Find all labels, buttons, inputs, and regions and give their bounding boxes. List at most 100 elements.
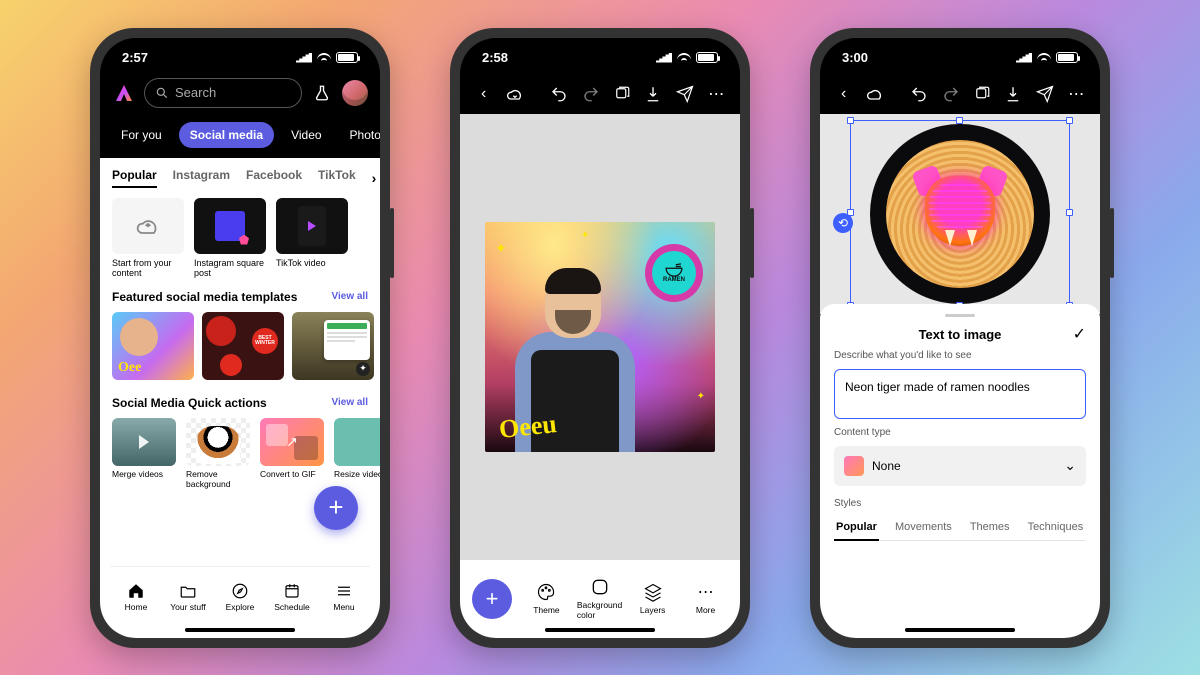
tab-social-media[interactable]: Social media xyxy=(179,122,274,148)
canvas[interactable]: ✦ ✦ ✦ RAMEN Oeeu xyxy=(460,114,740,560)
resize-handle[interactable] xyxy=(1066,117,1073,124)
subtab-popular[interactable]: Popular xyxy=(112,168,157,188)
nav-home[interactable]: Home xyxy=(110,567,162,628)
status-icons xyxy=(656,52,718,63)
undo-icon[interactable] xyxy=(909,84,928,104)
clock: 2:57 xyxy=(122,50,148,65)
tool-more[interactable]: ⋯ More xyxy=(683,582,728,615)
download-icon[interactable] xyxy=(644,84,663,104)
nav-menu[interactable]: Menu xyxy=(318,567,370,628)
layers-icon xyxy=(643,582,663,602)
artwork[interactable]: ✦ ✦ ✦ RAMEN Oeeu xyxy=(485,222,715,452)
view-all-link[interactable]: View all xyxy=(331,397,368,408)
tab-video[interactable]: Video xyxy=(280,122,332,148)
featured-row[interactable]: Oee BESTWINTER ✦ xyxy=(100,304,380,388)
home-indicator[interactable] xyxy=(545,628,655,632)
back-icon[interactable]: ‹ xyxy=(474,84,493,104)
fab-add-button[interactable]: + xyxy=(472,579,512,619)
duplicate-icon[interactable] xyxy=(972,84,991,104)
card-instagram-post[interactable]: Instagram square post xyxy=(194,198,266,278)
ramen-badge[interactable]: RAMEN xyxy=(645,244,703,302)
beaker-icon[interactable] xyxy=(310,81,334,105)
style-tab-popular[interactable]: Popular xyxy=(834,517,879,541)
subtab-facebook[interactable]: Facebook xyxy=(246,168,302,188)
side-button xyxy=(750,208,754,278)
send-icon[interactable] xyxy=(1035,84,1054,104)
tab-for-you[interactable]: For you xyxy=(110,122,173,148)
subtab-instagram[interactable]: Instagram xyxy=(173,168,230,188)
qa-label: Merge videos xyxy=(112,469,176,479)
sheet-title: Text to image xyxy=(919,327,1002,342)
qa-merge-videos[interactable]: Merge videos xyxy=(112,418,176,489)
style-tab-themes[interactable]: Themes xyxy=(968,517,1012,540)
folder-icon xyxy=(179,582,197,600)
nav-schedule[interactable]: Schedule xyxy=(266,567,318,628)
duplicate-icon[interactable] xyxy=(612,84,631,104)
resize-handle[interactable] xyxy=(1066,209,1073,216)
tiger-graphic xyxy=(905,164,1015,264)
style-tab-movements[interactable]: Movements xyxy=(893,517,954,540)
more-icon: ⋯ xyxy=(696,582,716,602)
more-icon[interactable]: ⋯ xyxy=(707,84,726,104)
qa-resize-video[interactable]: Resize video xyxy=(334,418,380,489)
send-icon[interactable] xyxy=(675,84,694,104)
view-all-link[interactable]: View all xyxy=(331,291,368,302)
screen: 3:00 ‹ ⋯ xyxy=(820,38,1100,638)
download-icon[interactable] xyxy=(1004,84,1023,104)
signal-icon xyxy=(1016,53,1032,63)
prompt-text: Neon tiger made of ramen noodles xyxy=(845,380,1030,394)
sheet-header: Text to image ✓ xyxy=(834,327,1086,342)
calendar-icon xyxy=(283,582,301,600)
home-indicator[interactable] xyxy=(905,628,1015,632)
redo-icon[interactable] xyxy=(581,84,600,104)
template-3[interactable]: ✦ xyxy=(292,312,374,380)
cloud-icon[interactable] xyxy=(865,84,885,104)
more-icon[interactable]: ⋯ xyxy=(1067,84,1086,104)
screen: 2:58 ‹ ⋯ ✦ ✦ ✦ xyxy=(460,38,740,638)
cloud-sync-icon[interactable] xyxy=(505,84,525,104)
search-input[interactable]: Search xyxy=(144,78,302,108)
tab-photo[interactable]: Photo xyxy=(339,122,380,148)
palette-icon xyxy=(536,582,556,602)
wifi-icon xyxy=(1037,53,1051,63)
drag-handle[interactable] xyxy=(945,314,975,317)
instagram-template-icon xyxy=(194,198,266,254)
back-icon[interactable]: ‹ xyxy=(834,84,853,104)
editor-toolbar: ‹ ⋯ xyxy=(820,78,1100,114)
card-tiktok-video[interactable]: TikTok video xyxy=(276,198,348,278)
style-tab-techniques[interactable]: Techniques xyxy=(1026,517,1086,540)
card-start-from-content[interactable]: Start from your content xyxy=(112,198,184,278)
status-icons xyxy=(1016,52,1078,63)
redo-icon[interactable] xyxy=(941,84,960,104)
resize-handle[interactable] xyxy=(847,117,854,124)
fab-add-button[interactable]: + xyxy=(314,486,358,530)
tool-background-color[interactable]: Background color xyxy=(577,577,622,620)
resize-handle[interactable] xyxy=(956,117,963,124)
avatar[interactable] xyxy=(342,80,368,106)
nav-your-stuff[interactable]: Your stuff xyxy=(162,567,214,628)
status-bar: 3:00 xyxy=(820,38,1100,78)
prompt-input[interactable]: Neon tiger made of ramen noodles xyxy=(834,369,1086,419)
nav-explore[interactable]: Explore xyxy=(214,567,266,628)
template-1[interactable]: Oee xyxy=(112,312,194,380)
template-2[interactable]: BESTWINTER xyxy=(202,312,284,380)
chevron-right-icon[interactable]: › xyxy=(372,170,377,186)
content-type-select[interactable]: None ⌄ xyxy=(834,446,1086,486)
sparkle-icon: ✦ xyxy=(581,230,589,241)
home-indicator[interactable] xyxy=(185,628,295,632)
tool-theme[interactable]: Theme xyxy=(524,582,569,615)
qa-remove-background[interactable]: Remove background xyxy=(186,418,250,489)
undo-icon[interactable] xyxy=(549,84,568,104)
generation-canvas[interactable]: ⟲ xyxy=(820,114,1100,314)
ramen-bowl-icon xyxy=(663,263,685,277)
confirm-icon[interactable]: ✓ xyxy=(1073,324,1086,344)
sparkle-icon: ✦ xyxy=(697,391,705,402)
tiktok-template-icon xyxy=(276,198,348,254)
qa-convert-gif[interactable]: ↗ Convert to GIF xyxy=(260,418,324,489)
screen: 2:57 Search For you Social media Vi xyxy=(100,38,380,638)
subtab-tiktok[interactable]: TikTok xyxy=(318,168,356,188)
clock: 2:58 xyxy=(482,50,508,65)
tool-layers[interactable]: Layers xyxy=(630,582,675,615)
app-logo-icon[interactable] xyxy=(112,81,136,105)
rotate-handle[interactable]: ⟲ xyxy=(833,213,853,233)
